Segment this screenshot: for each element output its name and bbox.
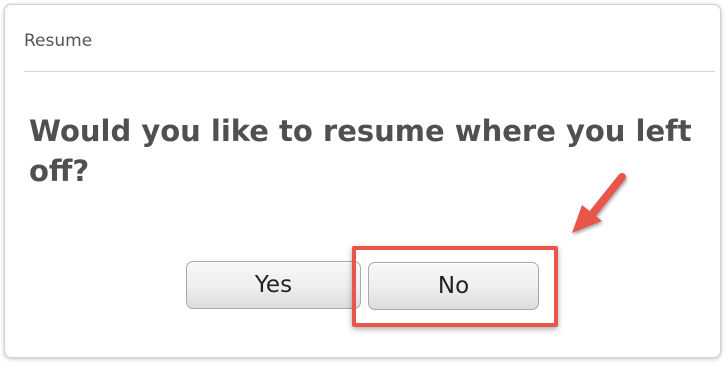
title-divider xyxy=(24,71,715,72)
dialog-title: Resume xyxy=(24,31,93,51)
screenshot-stage: Resume Would you like to resume where yo… xyxy=(0,0,727,365)
no-button[interactable]: No xyxy=(368,262,539,310)
dialog-question: Would you like to resume where you left … xyxy=(29,114,692,188)
resume-dialog: Resume Would you like to resume where yo… xyxy=(4,4,721,358)
yes-button[interactable]: Yes xyxy=(186,261,361,309)
